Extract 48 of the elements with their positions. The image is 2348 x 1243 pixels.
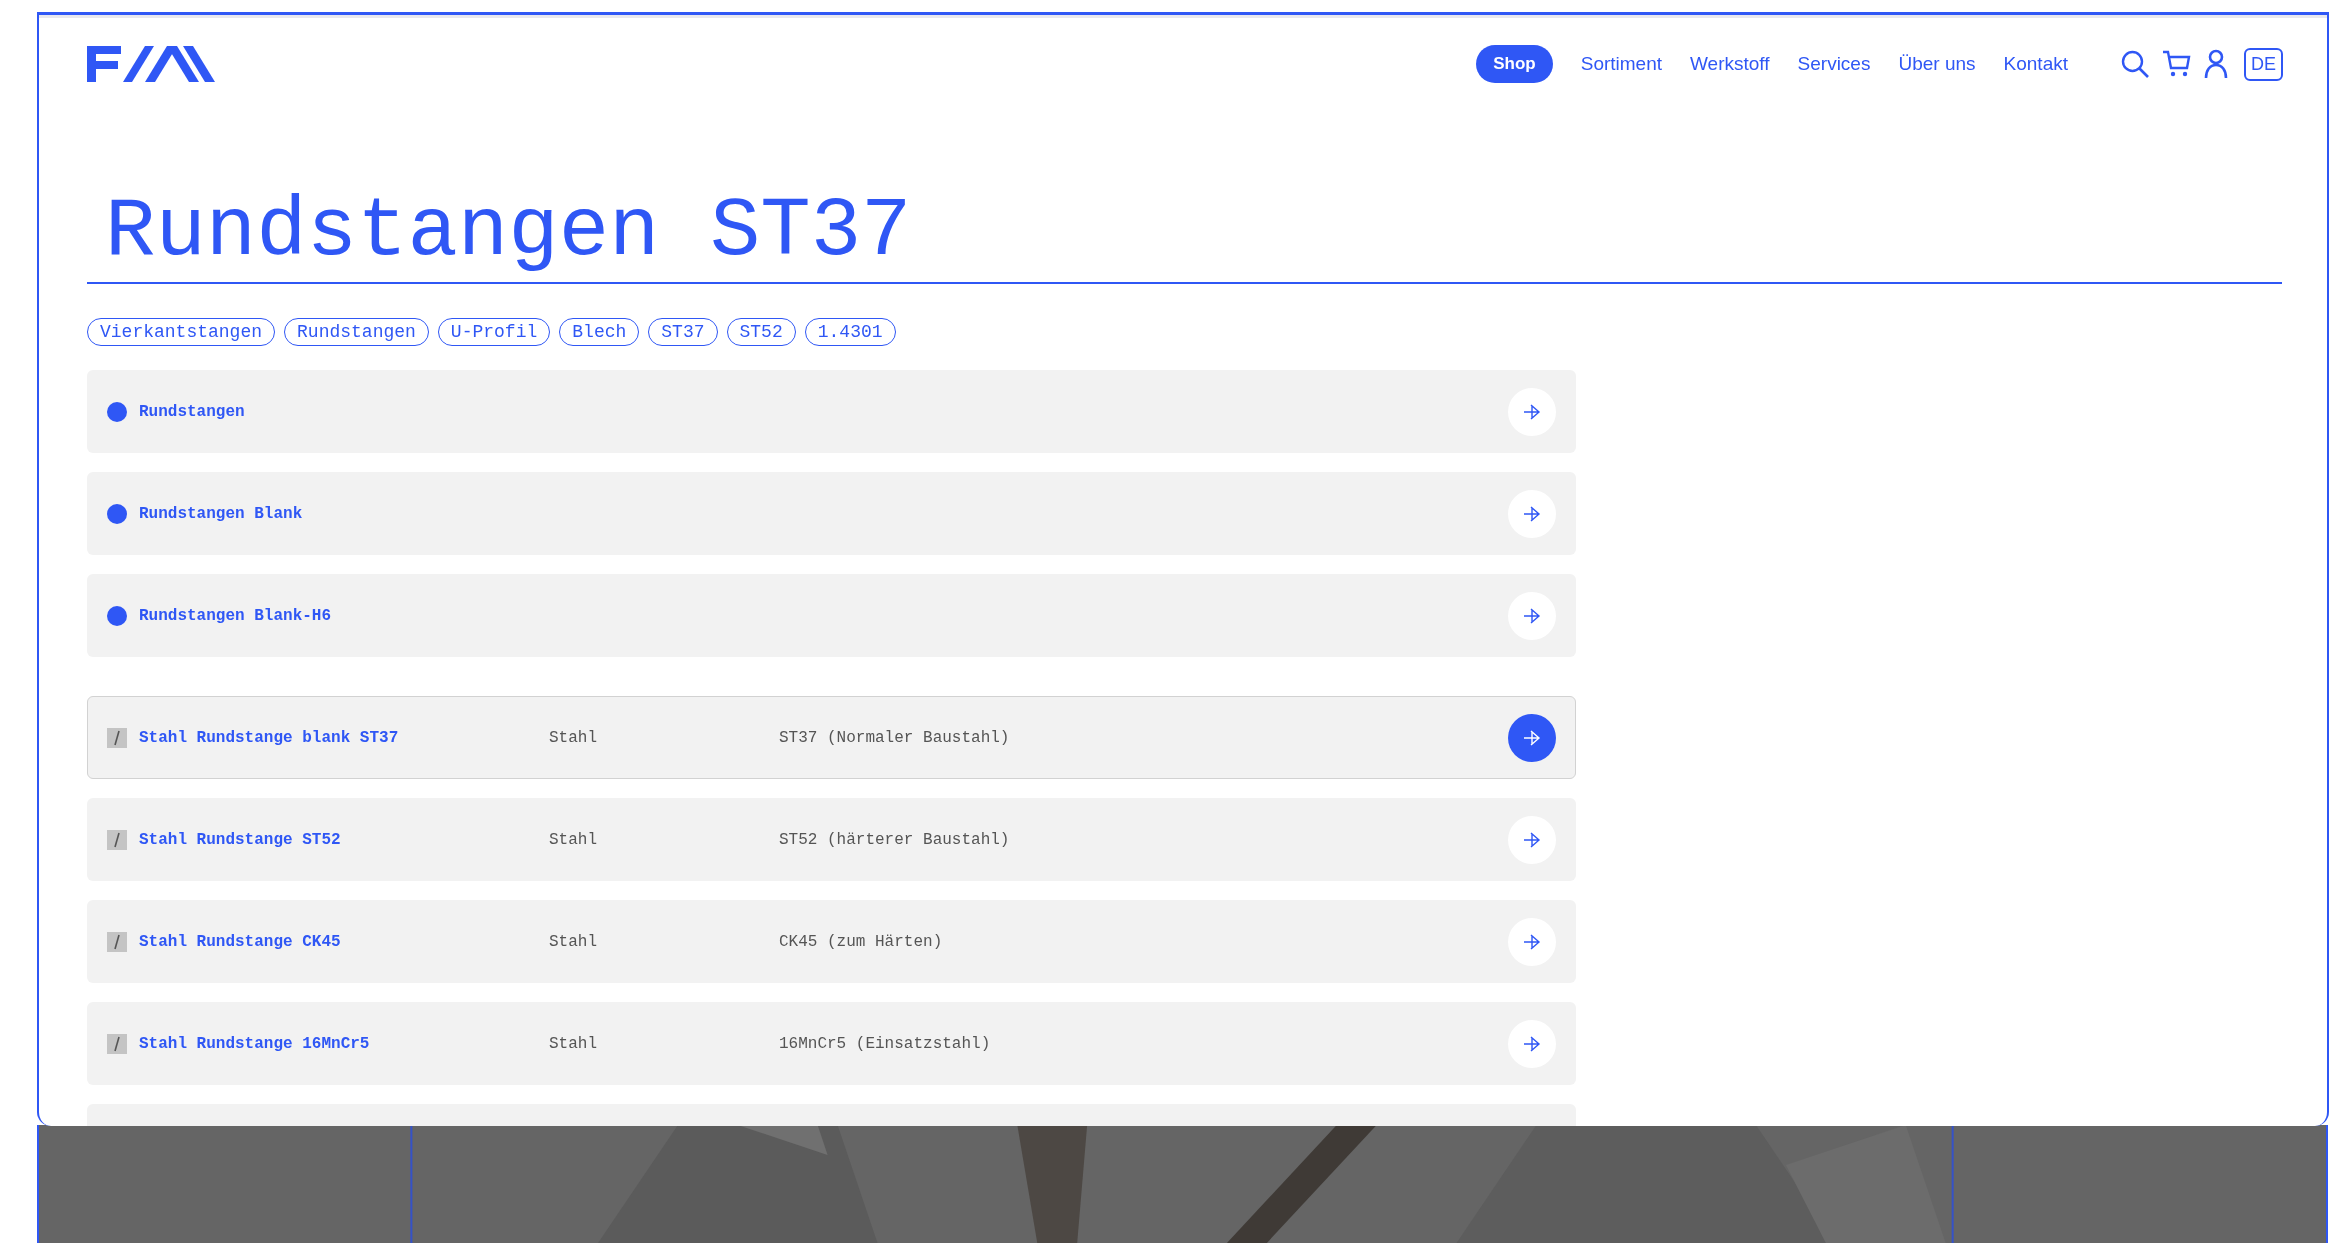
product-name: Stahl Rundstange 16MnCr5 [139,1034,371,1053]
language-button[interactable]: DE [2244,47,2283,81]
category-row[interactable]: Rundstangen Blank-H6 [87,574,1576,657]
category-name: Rundstangen Blank [139,504,303,523]
rod-thumbnail-icon [107,931,127,952]
nav-link[interactable]: Sortiment [1580,45,1663,83]
grade-text: CK45 (zum Härten) [779,932,943,951]
cart-icon[interactable] [2162,49,2192,79]
logo[interactable] [87,46,215,82]
bullet-icon [107,401,127,422]
rod-thumbnail-icon [107,727,127,748]
arrow-button[interactable] [1508,591,1556,640]
arrow-button[interactable] [1508,1019,1556,1068]
category-name: Rundstangen Blank-H6 [139,606,332,625]
product-name: Stahl Rundstange CK45 [139,932,342,951]
material-text: Stahl [549,728,598,747]
grade-text: ST37 (Normaler Baustahl) [779,728,1010,747]
nav-link[interactable]: Kontakt [2003,45,2068,83]
material-text: Stahl [549,932,598,951]
product-name: Stahl Rundstange ST52 [139,830,342,849]
product-row[interactable]: Stahl Rundstange blank ST37 Stahl ST37 (Normaler Baustahl) [87,696,1576,779]
search-icon[interactable] [2120,49,2150,79]
rod-thumbnail-icon [107,829,127,850]
product-row[interactable]: Stahl Rundstange ST52 Stahl ST52 (härterer Baustahl) [87,798,1576,881]
category-name: Rundstangen [139,402,245,421]
arrow-button[interactable] [1508,713,1556,762]
grade-text: 16MnCr5 (Einsatzstahl) [779,1034,991,1053]
grade-text: ST52 (härterer Baustahl) [779,830,1010,849]
product-row[interactable]: Stahl Rundstange CK45 Stahl CK45 (zum Härten) [87,900,1576,983]
nav-link[interactable]: Services [1797,45,1871,83]
nav-link[interactable]: Über uns [1898,45,1976,83]
arrow-button[interactable] [1508,917,1556,966]
arrow-button[interactable] [1508,815,1556,864]
category-row[interactable]: Rundstangen [87,370,1576,453]
arrow-button[interactable] [1508,387,1556,436]
rod-thumbnail-icon [107,1033,127,1054]
nav-link[interactable]: Shop [1476,45,1553,83]
user-icon[interactable] [2204,49,2228,79]
page-title: Rundstangen ST37 [87,182,2282,284]
material-text: Stahl [549,830,598,849]
bullet-icon [107,503,127,524]
arrow-button[interactable] [1508,489,1556,538]
bullet-icon [107,605,127,626]
category-row[interactable]: Rundstangen Blank [87,472,1576,555]
material-text: Stahl [549,1034,598,1053]
product-row[interactable]: Stahl Rundstange 16MnCr5 Stahl 16MnCr5 (Einsatzstahl) [87,1002,1576,1085]
product-name: Stahl Rundstange blank ST37 [139,728,400,747]
nav-link[interactable]: Werkstoff [1690,45,1770,83]
